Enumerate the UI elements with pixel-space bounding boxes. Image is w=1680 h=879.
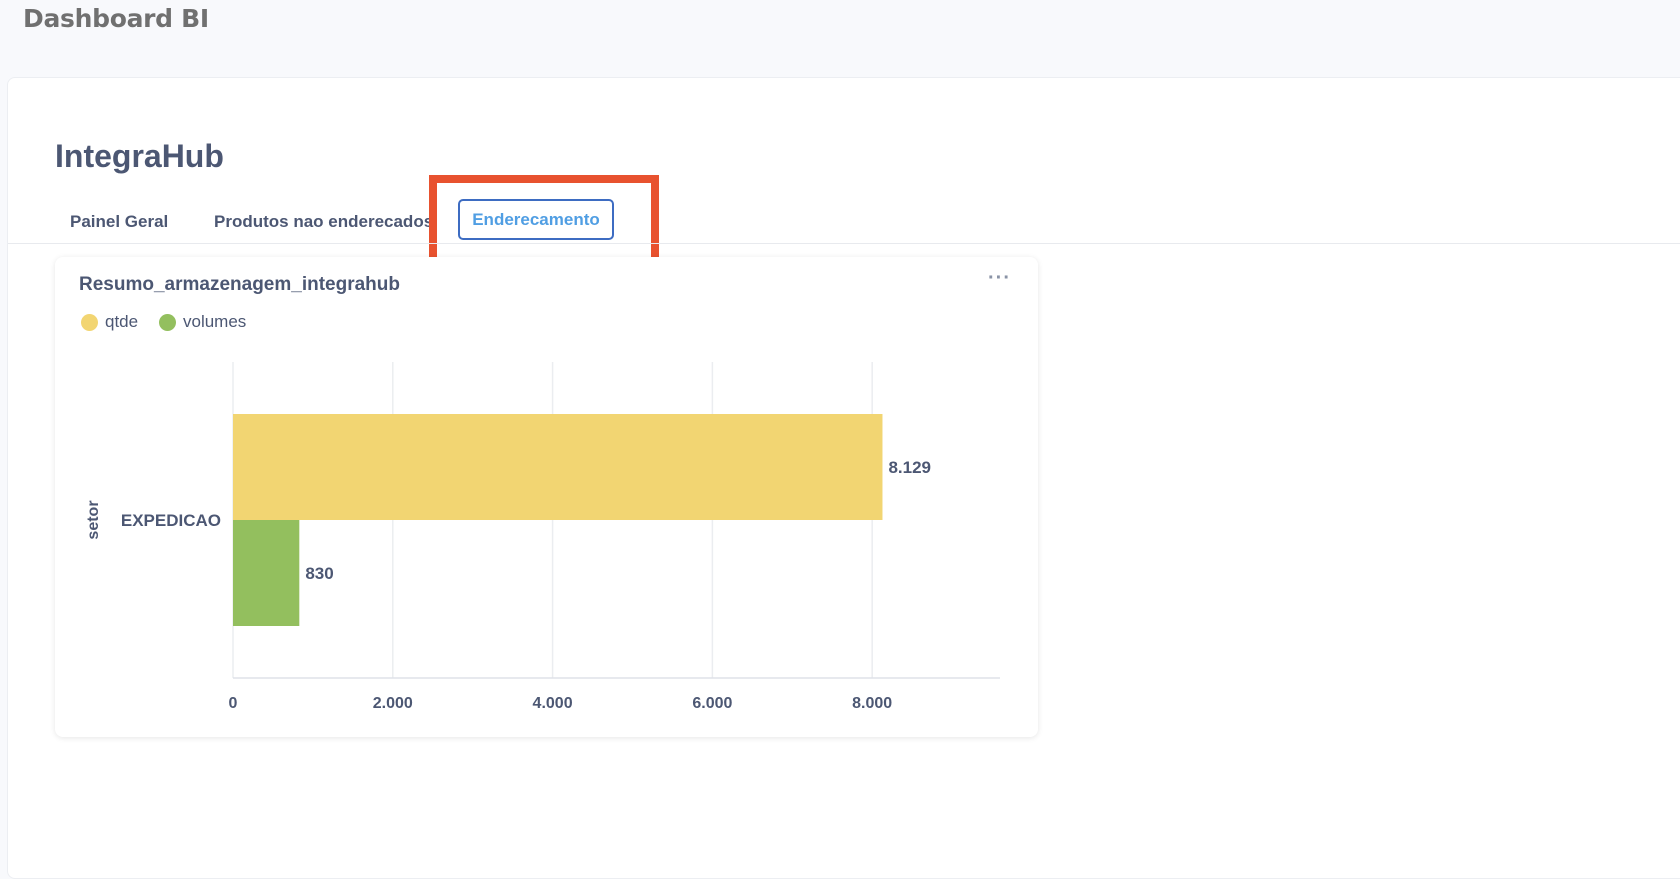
bar-value-label: 8.129	[888, 458, 931, 477]
x-tick-label: 4.000	[533, 695, 573, 712]
y-axis-label: setor	[85, 500, 102, 539]
chart-card: Resumo_armazenagem_integrahub ··· qtde v…	[55, 257, 1038, 737]
dashboard-title: IntegraHub	[55, 138, 224, 174]
x-tick-label: 8.000	[852, 695, 892, 712]
tab-enderecamento[interactable]: Enderecamento	[458, 199, 614, 240]
bar-value-label: 830	[305, 564, 333, 583]
tab-painel-geral[interactable]: Painel Geral	[70, 212, 168, 232]
tab-produtos-nao-enderecados[interactable]: Produtos nao enderecados	[214, 212, 433, 232]
bar-qtde	[233, 414, 883, 520]
x-tick-label: 6.000	[692, 695, 732, 712]
tab-enderecamento-label: Enderecamento	[472, 209, 600, 229]
x-tick-label: 0	[229, 695, 238, 712]
app-title: Dashboard BI	[23, 4, 209, 33]
bar-volumes	[233, 520, 300, 626]
x-tick-label: 2.000	[373, 695, 413, 712]
bar-chart: 0 2.000 4.000 6.000 8.000 8.129 830 EXPEDICAO se…	[85, 362, 1000, 712]
tabs-divider	[8, 243, 1680, 244]
category-label: EXPEDICAO	[121, 511, 221, 530]
